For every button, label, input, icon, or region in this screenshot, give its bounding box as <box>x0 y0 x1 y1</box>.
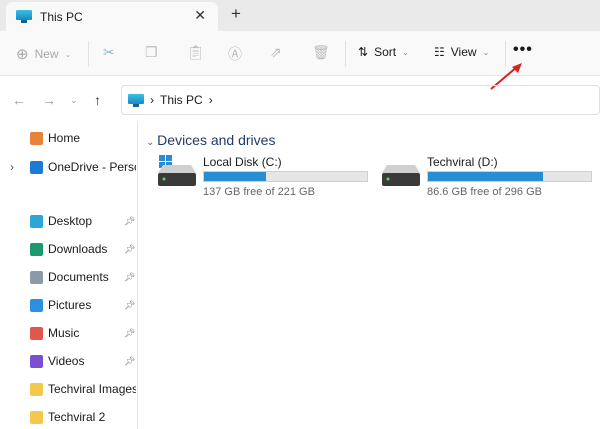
pin-icon[interactable]: 📌︎ <box>124 356 135 367</box>
drive-item[interactable]: Techviral (D:) 86.6 GB free of 296 GB <box>382 155 600 201</box>
pin-icon[interactable]: 📌︎ <box>124 272 135 283</box>
divider <box>345 41 346 67</box>
sidebar-item-label: Techviral 2 <box>48 410 106 424</box>
sidebar-item-label: Music <box>48 326 80 340</box>
sidebar-item-label: Downloads <box>48 242 108 256</box>
tab-bar: This PC ✕ + <box>0 0 600 31</box>
breadcrumb-chevron[interactable]: › <box>209 93 213 107</box>
breadcrumb-separator: › <box>150 93 154 107</box>
drive-usage-bar <box>427 171 592 182</box>
sidebar-item-label: Techviral Images <box>48 382 136 396</box>
sidebar-item[interactable]: Videos 📌︎ <box>0 350 138 372</box>
back-button[interactable]: ← <box>12 92 26 108</box>
sidebar-item-label: OneDrive - Personal <box>48 160 136 174</box>
sidebar-item[interactable]: Music 📌︎ <box>0 322 138 344</box>
delete-icon[interactable]: 🗑︎ <box>312 44 330 61</box>
folder-icon <box>30 410 43 424</box>
onedrive-icon <box>30 160 43 174</box>
sidebar-item-label: Pictures <box>48 298 92 312</box>
view-button[interactable]: ☷ View ⌄ <box>434 45 489 59</box>
address-row: ← → ⌄ ↑ › This PC › <box>0 82 600 120</box>
drive-usage-fill <box>204 172 266 181</box>
sidebar-item[interactable]: › OneDrive - Personal <box>0 156 138 178</box>
breadcrumb-this-pc[interactable]: This PC <box>160 93 203 107</box>
section-devices-and-drives[interactable]: ⌄ Devices and drives <box>146 132 275 148</box>
pin-icon[interactable]: 📌︎ <box>124 216 135 227</box>
sidebar-item[interactable]: Home <box>0 127 138 149</box>
pin-icon[interactable]: 📌︎ <box>124 300 135 311</box>
hard-drive-icon <box>158 165 196 186</box>
copy-icon[interactable]: ❐ <box>145 44 158 61</box>
sidebar-item[interactable]: Downloads 📌︎ <box>0 238 138 260</box>
drive-usage-fill <box>428 172 544 181</box>
plus-circle-icon: ⊕ <box>16 46 29 63</box>
share-icon[interactable]: ⇗ <box>270 44 282 61</box>
sort-icon: ⇅ <box>358 45 369 59</box>
drive-usage-bar <box>203 171 368 182</box>
sort-button[interactable]: ⇅ Sort ⌄ <box>358 45 409 59</box>
see-more-button[interactable]: ••• <box>513 41 533 59</box>
recent-dropdown-button[interactable]: ⌄ <box>70 95 78 106</box>
chevron-down-icon: ⌄ <box>64 49 72 59</box>
divider <box>88 41 89 67</box>
tab-title: This PC <box>40 9 83 24</box>
sidebar-item[interactable]: Desktop 📌︎ <box>0 210 138 232</box>
drive-item[interactable]: Local Disk (C:) 137 GB free of 221 GB <box>158 155 378 201</box>
rename-icon[interactable]: Ⓐ <box>228 44 242 64</box>
drive-free-space: 86.6 GB free of 296 GB <box>427 186 542 198</box>
folder-icon <box>30 382 43 396</box>
expand-chevron-icon[interactable]: › <box>10 160 14 174</box>
sidebar-item-label: Home <box>48 131 81 145</box>
documents-icon <box>30 270 43 284</box>
close-tab-button[interactable]: ✕ <box>194 7 206 24</box>
pictures-icon <box>30 298 43 312</box>
paste-icon[interactable]: 📋︎ <box>187 44 205 61</box>
drive-name: Local Disk (C:) <box>203 155 282 169</box>
up-button[interactable]: ↑ <box>94 92 101 108</box>
sidebar-item[interactable]: Pictures 📌︎ <box>0 294 138 316</box>
pin-icon[interactable]: 📌︎ <box>124 328 135 339</box>
sidebar-item-label: Documents <box>48 270 109 284</box>
videos-icon <box>30 354 43 368</box>
music-icon <box>30 326 43 340</box>
drive-free-space: 137 GB free of 221 GB <box>203 186 315 198</box>
cut-icon[interactable]: ✂ <box>103 44 115 61</box>
new-tab-button[interactable]: + <box>231 4 241 24</box>
chevron-down-icon: ⌄ <box>402 47 409 57</box>
download-icon <box>30 242 43 256</box>
chevron-down-icon: ⌄ <box>482 47 490 57</box>
content-pane: ⌄ Devices and drives Local Disk (C:) 137… <box>140 122 600 429</box>
sidebar-item-label: Desktop <box>48 214 93 228</box>
view-icon: ☷ <box>434 45 445 59</box>
chevron-down-icon: ⌄ <box>146 137 158 148</box>
tab-this-pc[interactable]: This PC ✕ <box>6 2 218 31</box>
forward-button[interactable]: → <box>42 92 56 108</box>
sidebar-item[interactable]: Techviral Images <box>0 378 138 400</box>
this-pc-icon <box>128 93 144 107</box>
hard-drive-icon <box>382 165 420 186</box>
sidebar-item[interactable]: Techviral 2 <box>0 406 138 428</box>
new-button[interactable]: ⊕ New ⌄ <box>16 45 71 63</box>
pin-icon[interactable]: 📌︎ <box>124 244 135 255</box>
drive-name: Techviral (D:) <box>427 155 498 169</box>
sidebar-item[interactable]: Documents 📌︎ <box>0 266 138 288</box>
sidebar-item-label: Videos <box>48 354 85 368</box>
this-pc-icon <box>16 10 32 23</box>
address-bar[interactable]: › This PC › <box>121 85 600 115</box>
desktop-icon <box>30 214 43 228</box>
home-icon <box>30 131 43 145</box>
navigation-pane: Home›OneDrive - PersonalDesktop📌︎Downloa… <box>0 122 138 429</box>
